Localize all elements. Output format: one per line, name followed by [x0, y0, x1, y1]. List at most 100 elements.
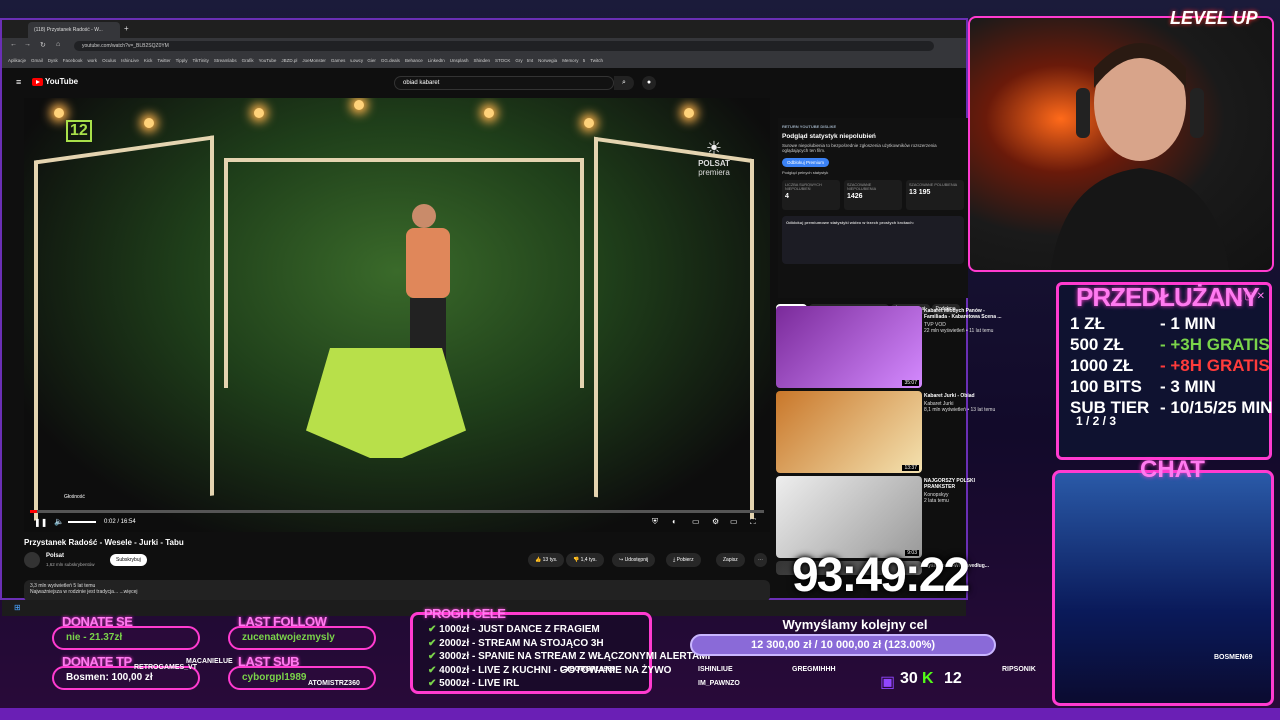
- fullscreen-icon[interactable]: ⛶: [750, 517, 756, 527]
- bookmark-item[interactable]: Tipply: [176, 58, 188, 63]
- bookmark-item[interactable]: Streamlabs: [214, 58, 237, 63]
- address-bar[interactable]: youtube.com/watch?v=_BLB2SQZ0YM: [74, 41, 934, 51]
- bookmark-item[interactable]: Memory 5: [562, 58, 585, 63]
- browser-tab[interactable]: (118) Przystanek Radość - W...: [28, 22, 120, 38]
- stat-label: LICZBA SUROWYCH NIEPOLUBIEŃ: [785, 183, 822, 191]
- unlock-premium-button[interactable]: Odblokuj Premium: [782, 158, 830, 167]
- save-button[interactable]: Zapisz: [716, 553, 745, 567]
- stage-light: [54, 108, 64, 118]
- theater-icon[interactable]: ▭: [730, 517, 738, 526]
- bookmark-item[interactable]: Facebook: [63, 58, 83, 63]
- channel-name[interactable]: Polsat: [46, 553, 64, 559]
- progress-bar[interactable]: [30, 510, 764, 513]
- bookmark-item[interactable]: TikTinity: [192, 58, 208, 63]
- reload-icon[interactable]: ↻: [40, 41, 46, 49]
- twitch-icon: ▣: [880, 674, 896, 691]
- bookmark-item[interactable]: Shinden: [473, 58, 490, 63]
- video-player[interactable]: 12 ☀ POLSAT premiera Głośność ❚❚ 🔈 0:02 …: [24, 98, 770, 532]
- subtitles-icon[interactable]: ▭: [692, 517, 700, 526]
- bookmark-item[interactable]: Games: [331, 58, 346, 63]
- rate-reward: - +3H GRATIS: [1160, 335, 1270, 354]
- stage-light: [684, 108, 694, 118]
- stat-value: 1426: [847, 193, 863, 200]
- bookmark-item[interactable]: Oculus: [102, 58, 116, 63]
- share-button[interactable]: ↪ Udostępnij: [612, 553, 656, 567]
- streamer-figure: [1051, 43, 1229, 270]
- rate-amount: 1 ZŁ: [1070, 314, 1105, 333]
- bookmark-item[interactable]: GG.deals: [381, 58, 400, 63]
- rec-info[interactable]: Kabaret Jurki - Obiad Kabaret Jurki 8,1 ml…: [924, 393, 1004, 413]
- rate-row: 1 ZŁ - 1 MIN: [1070, 314, 1216, 334]
- subscribe-button[interactable]: Subskrybuj: [110, 554, 147, 566]
- channel-avatar[interactable]: [24, 552, 40, 568]
- volume-icon[interactable]: 🔈: [54, 517, 64, 526]
- address-row: ← → ↻ ⌂ youtube.com/watch?v=_BLB2SQZ0YM: [2, 38, 966, 54]
- share-label: Udostępnij: [624, 557, 649, 563]
- bookmark-item[interactable]: Twitter: [157, 58, 170, 63]
- bookmark-item[interactable]: Łowcy Gier: [350, 58, 376, 63]
- bookmark-item[interactable]: Gry tmt: [515, 58, 533, 63]
- bookmark-item[interactable]: STOCK: [495, 58, 510, 63]
- bookmark-item[interactable]: Norwegia: [538, 58, 557, 63]
- chat-box: [1052, 470, 1274, 706]
- viewer-name: BOSMEN69: [1214, 654, 1253, 661]
- rate-reward: - +8H GRATIS: [1160, 356, 1270, 375]
- forward-icon[interactable]: →: [24, 41, 31, 48]
- bookmark-item[interactable]: Grafik: [242, 58, 254, 63]
- search-input[interactable]: obiad kabaret: [394, 76, 614, 90]
- download-label: Pobierz: [676, 557, 694, 563]
- viewer-name: IM_PAWNZO: [698, 680, 740, 687]
- download-button[interactable]: ⤓ Pobierz: [666, 553, 701, 567]
- volume-slider[interactable]: [68, 521, 96, 523]
- home-icon[interactable]: ⌂: [56, 41, 60, 48]
- youtube-logo[interactable]: YouTube: [32, 77, 78, 86]
- bookmark-item[interactable]: Twitch: [590, 58, 603, 63]
- bookmark-item[interactable]: Kick: [144, 58, 153, 63]
- goals-title: PROGI I CELE: [424, 606, 506, 621]
- menu-icon[interactable]: ≡: [16, 77, 21, 87]
- rec-info[interactable]: NAJGORSZY POLSKI PRANKSTER Konopskyy 2 lat…: [924, 478, 1004, 504]
- level-up-logo: LEVEL UP: [1170, 8, 1258, 28]
- bookmarks-bar[interactable]: Aplikacje Gmail Dysk Facebook work Oculus Ishi…: [2, 54, 966, 68]
- shield-icon[interactable]: ⛨: [652, 517, 658, 527]
- bookmark-item[interactable]: IshinLive: [121, 58, 139, 63]
- stage-light: [144, 118, 154, 128]
- unlock-steps: Odblokuj premiumowe statystyki wideo w t…: [782, 216, 964, 264]
- settings-icon[interactable]: ⚙: [712, 517, 719, 526]
- bookmark-item[interactable]: Dysk: [48, 58, 58, 63]
- progress-fill: [30, 510, 38, 513]
- dislike-stats: LICZBA SUROWYCH NIEPOLUBIEŃ 4 SZACOWANE NI…: [778, 176, 968, 214]
- bookmark-item[interactable]: JoeMonster: [302, 58, 326, 63]
- rec-thumbnail[interactable]: 9:03: [776, 476, 922, 558]
- player-controls: ❚❚ 🔈 0:02 / 16:54 ⛨ ◐ ▭ ⚙ ▭ ⛶: [24, 506, 770, 532]
- watermark-subtext: premiera: [698, 168, 730, 177]
- like-button[interactable]: 👍 13 tys.: [528, 553, 565, 567]
- viewer-name: RIPSONIK: [1002, 666, 1036, 673]
- rec-thumbnail[interactable]: 13:37: [776, 391, 922, 473]
- stage-frame: [34, 135, 214, 521]
- search-icon[interactable]: ⌕: [614, 76, 634, 90]
- bookmark-item[interactable]: Behance: [405, 58, 423, 63]
- dislike-panel-sub: Podgląd pełnych statystyk: [782, 170, 829, 175]
- autoplay-toggle-icon[interactable]: ◐: [672, 517, 677, 526]
- bookmark-item[interactable]: Gmail: [31, 58, 43, 63]
- like-count: 13 tys.: [542, 557, 558, 563]
- rec-thumbnail[interactable]: 35:07: [776, 306, 922, 388]
- microphone-icon[interactable]: ●: [642, 76, 656, 90]
- dislike-button[interactable]: 👎 1,4 tys.: [566, 553, 604, 567]
- thumbs-down-icon: 👎: [573, 557, 581, 563]
- more-icon[interactable]: ⋯: [754, 553, 767, 567]
- rec-title: NAJGORSZY POLSKI PRANKSTER: [924, 478, 976, 490]
- bookmark-item[interactable]: JBZD.pl: [281, 58, 297, 63]
- windows-start-icon[interactable]: ⊞: [14, 603, 21, 612]
- pause-icon[interactable]: ❚❚: [34, 518, 47, 527]
- new-tab-icon[interactable]: +: [124, 24, 129, 33]
- bookmark-item[interactable]: Unsplash: [450, 58, 469, 63]
- rec-info[interactable]: Kabaret Młodych Panów - Familiada - Kaba…: [924, 308, 1004, 334]
- bookmark-item[interactable]: work: [88, 58, 98, 63]
- bookmark-item[interactable]: LinkedIn: [428, 58, 445, 63]
- bookmark-item[interactable]: Aplikacje: [8, 58, 26, 63]
- video-description[interactable]: 3,3 mln wyświetleń 5 lat temu Najważniej…: [24, 580, 770, 602]
- back-icon[interactable]: ←: [10, 41, 17, 48]
- bookmark-item[interactable]: YouTube: [259, 58, 277, 63]
